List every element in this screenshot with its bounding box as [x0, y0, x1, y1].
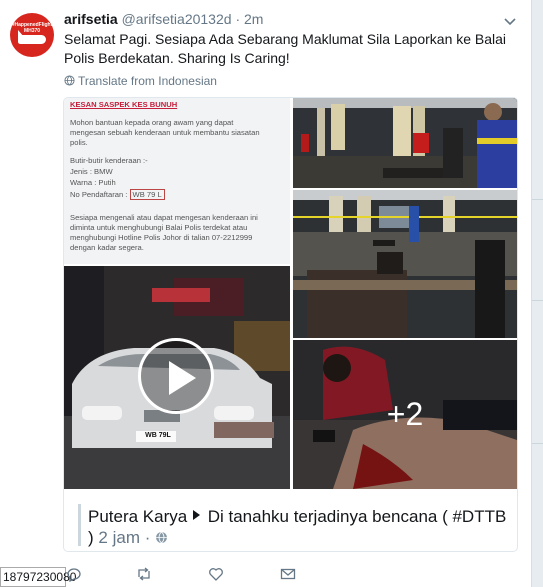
chevron-down-icon[interactable]: [503, 14, 517, 28]
car-plate: WB 79L: [145, 432, 171, 439]
edge-divider: [532, 300, 543, 301]
notice-line: diminta untuk menghubungi Balai Polis te…: [70, 223, 248, 232]
airplane-icon: [18, 35, 46, 44]
more-photos-count: +2: [293, 340, 517, 489]
avatar-text: #HappenedFlight MH370: [11, 22, 53, 34]
notice-line: Mohon bantuan kepada orang awam yang dap…: [70, 118, 234, 127]
edge-divider: [532, 199, 543, 200]
notice-plate: WB 79 L: [129, 189, 165, 200]
police-notice-photo[interactable]: KESAN SASPEK KES BUNUH Mohon bantuan kep…: [64, 98, 290, 264]
link-title-block[interactable]: Putera Karya Di tanahku terjadinya benca…: [88, 506, 508, 548]
notice-line: Warna : Putih: [70, 178, 116, 187]
direct-message-icon[interactable]: [280, 566, 296, 582]
tweet-id-label: 18797230080: [0, 567, 76, 587]
play-button[interactable]: [138, 338, 214, 414]
translate-link[interactable]: Translate from Indonesian: [64, 74, 217, 88]
petrol-station-image: [293, 98, 517, 188]
scroll-edge: [531, 0, 543, 587]
tweet-timestamp[interactable]: 2m: [244, 11, 263, 27]
display-name[interactable]: arifsetia: [64, 11, 118, 27]
video-thumbnail[interactable]: WB 79L: [64, 266, 290, 489]
notice-line: Sesiapa mengenali atau dapat mengesan ke…: [70, 213, 258, 222]
victim-photo[interactable]: +2: [293, 340, 517, 489]
like-heart-icon[interactable]: [208, 566, 224, 582]
edge-divider: [532, 443, 543, 444]
notice-line: dengan kadar segera.: [70, 243, 144, 252]
separator-dot: ·: [235, 11, 241, 27]
link-card[interactable]: KESAN SASPEK KES BUNUH Mohon bantuan kep…: [63, 97, 518, 552]
crime-scene-photo[interactable]: [293, 190, 517, 338]
link-separator: ·: [144, 528, 151, 547]
notice-line: menghubungi Hotline Polis Johor di talia…: [70, 233, 253, 242]
notice-heading: KESAN SASPEK KES BUNUH: [70, 100, 178, 109]
reply-icon[interactable]: [66, 566, 82, 582]
play-icon: [169, 361, 196, 395]
notice-line: polis.: [70, 138, 88, 147]
link-accent-bar: [78, 504, 81, 546]
notice-line: mengesan sebuah kenderaan untuk membantu…: [70, 128, 260, 137]
retweet-icon[interactable]: [136, 566, 152, 582]
avatar[interactable]: #HappenedFlight MH370: [10, 13, 54, 57]
link-age: 2 jam: [98, 528, 140, 547]
notice-line: Butir-butir kenderaan :-: [70, 156, 148, 165]
notice-plate-row: No Pendaftaran : WB 79 L: [70, 189, 165, 200]
play-triangle-icon: [192, 510, 200, 520]
tweet-header: arifsetia @arifsetia20132d · 2m: [64, 11, 263, 27]
crime-scene-image: [293, 190, 517, 338]
petrol-station-photo[interactable]: [293, 98, 517, 188]
user-handle[interactable]: @arifsetia20132d: [122, 11, 232, 27]
tweet-text: Selamat Pagi. Sesiapa Ada Sebarang Maklu…: [64, 31, 507, 66]
link-author: Putera Karya: [88, 507, 188, 526]
notice-line: No Pendaftaran :: [70, 190, 128, 199]
globe-icon: [156, 531, 168, 544]
notice-line: Jenis : BMW: [70, 167, 113, 176]
translate-label: Translate from Indonesian: [78, 74, 217, 88]
globe-icon: [64, 75, 75, 86]
